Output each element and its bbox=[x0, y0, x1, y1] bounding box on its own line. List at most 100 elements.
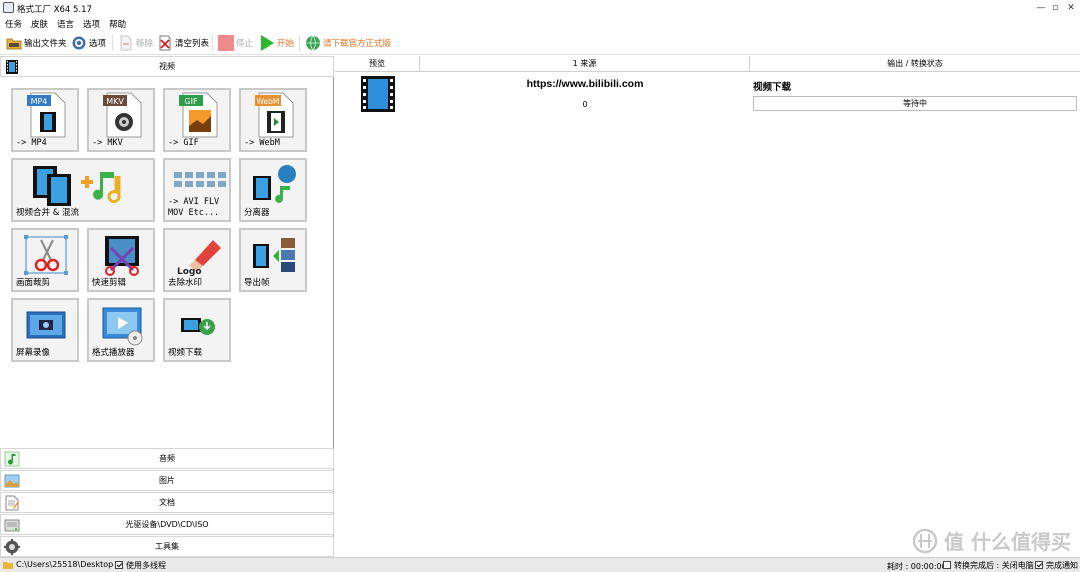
tile-video-merge[interactable]: 视频合并 & 混流 bbox=[11, 158, 155, 222]
notify-checkbox[interactable] bbox=[1035, 561, 1043, 569]
remove-label: 移除 bbox=[136, 39, 154, 49]
task-row[interactable]: https://www.bilibili.com 0 视频下载 等待中 bbox=[335, 74, 1080, 118]
task-status: 等待中 bbox=[753, 96, 1077, 111]
column-preview[interactable]: 预览 bbox=[335, 56, 420, 72]
tile-label: -> MKV bbox=[92, 138, 123, 148]
start-button[interactable]: 开始 bbox=[259, 34, 294, 52]
title-bar: 格式工厂 X64 5.17 — ▫ ✕ bbox=[0, 0, 1080, 16]
picture-icon bbox=[4, 474, 20, 488]
tile-label: -> WebM bbox=[244, 138, 280, 148]
category-document-label: 文档 bbox=[159, 498, 175, 507]
category-tools-label: 工具集 bbox=[155, 542, 179, 551]
mp4-file-icon: MP4 bbox=[27, 92, 66, 138]
task-output-type: 视频下载 bbox=[753, 82, 792, 93]
menu-options[interactable]: 选项 bbox=[78, 16, 104, 30]
splitter-icon bbox=[253, 165, 296, 203]
multithread-checkbox[interactable] bbox=[115, 561, 123, 569]
player-icon bbox=[102, 307, 143, 346]
tile-video-download[interactable]: 视频下载 bbox=[163, 298, 231, 362]
category-audio[interactable]: 音频 bbox=[0, 448, 334, 469]
tile-label: 分离器 bbox=[244, 208, 270, 218]
tile-export-frames[interactable]: 导出帧 bbox=[239, 228, 307, 292]
category-tools[interactable]: 工具集 bbox=[0, 536, 334, 557]
music-note-icon bbox=[4, 451, 20, 467]
tile-label: 画面裁剪 bbox=[16, 278, 51, 288]
options-label: 选项 bbox=[89, 39, 107, 49]
output-path[interactable]: C:\Users\25518\Desktop bbox=[16, 560, 113, 569]
toolbar-divider bbox=[112, 35, 113, 51]
tile-quick-clip[interactable]: 快速剪辑 bbox=[87, 228, 155, 292]
category-disc[interactable]: 光驱设备\DVD\CD\ISO bbox=[0, 514, 334, 535]
tile-to-webm[interactable]: WebM -> WebM bbox=[239, 88, 307, 152]
tile-label: -> GIF bbox=[168, 138, 199, 148]
category-video-label: 视频 bbox=[159, 62, 175, 71]
clear-list-button[interactable]: 清空列表 bbox=[157, 34, 209, 52]
category-audio-label: 音频 bbox=[159, 454, 175, 463]
status-bar: C:\Users\25518\Desktop 使用多线程 耗时 : 00:00:… bbox=[0, 557, 1080, 572]
stop-icon bbox=[218, 35, 234, 51]
tile-label: 导出帧 bbox=[244, 278, 270, 288]
webm-file-icon: WebM bbox=[255, 92, 294, 138]
document-icon bbox=[5, 495, 19, 511]
disc-drive-icon bbox=[4, 519, 20, 532]
minimize-button[interactable]: — bbox=[1034, 2, 1048, 14]
tile-crop[interactable]: 画面裁剪 bbox=[11, 228, 79, 292]
menu-skin[interactable]: 皮肤 bbox=[26, 16, 52, 30]
tile-label: 格式播放器 bbox=[92, 348, 135, 358]
video-download-icon bbox=[181, 318, 215, 335]
clear-list-label: 清空列表 bbox=[175, 39, 210, 49]
toolbar: 输出文件夹 选项 移除 清空列表 停止 开始 请下载官方正式版 bbox=[0, 31, 1080, 55]
after-done-option[interactable]: 转换完成后 : 关闭电脑 bbox=[943, 560, 1034, 571]
after-done-checkbox[interactable] bbox=[943, 561, 951, 569]
elapsed-time: 耗时 : 00:00:00 bbox=[887, 562, 947, 571]
column-source[interactable]: 1 来源 bbox=[420, 56, 750, 72]
tools-icon bbox=[4, 539, 20, 555]
column-output-status[interactable]: 输出 / 转换状态 bbox=[750, 56, 1080, 72]
tile-label: -> MP4 bbox=[16, 138, 47, 148]
film-preview-icon bbox=[361, 76, 395, 112]
options-button[interactable]: 选项 bbox=[71, 34, 106, 52]
merge-film-music-icon bbox=[33, 166, 121, 206]
window-title: 格式工厂 X64 5.17 bbox=[17, 5, 92, 15]
play-icon bbox=[261, 35, 274, 51]
multithread-option[interactable]: 使用多线程 bbox=[115, 560, 166, 571]
remove-button[interactable]: 移除 bbox=[118, 34, 153, 52]
close-button[interactable]: ✕ bbox=[1064, 2, 1078, 14]
task-list: 预览 1 来源 输出 / 转换状态 https://www.bilibili.c… bbox=[335, 56, 1080, 556]
menu-help[interactable]: 帮助 bbox=[104, 16, 130, 30]
menu-language[interactable]: 语言 bbox=[52, 16, 78, 30]
maximize-button[interactable]: ▫ bbox=[1048, 2, 1062, 14]
function-panel: 视频 MP4 -> MP4 MKV -> MKV GIF -> GIF WebM… bbox=[0, 56, 334, 557]
output-folder-label: 输出文件夹 bbox=[24, 39, 67, 49]
tile-splitter[interactable]: 分离器 bbox=[239, 158, 307, 222]
globe-icon bbox=[306, 35, 320, 51]
tile-format-player[interactable]: 格式播放器 bbox=[87, 298, 155, 362]
toolbar-divider bbox=[212, 35, 213, 51]
app-icon bbox=[3, 2, 14, 13]
tile-to-gif[interactable]: GIF -> GIF bbox=[163, 88, 231, 152]
tile-to-mp4[interactable]: MP4 -> MP4 bbox=[11, 88, 79, 152]
start-label: 开始 bbox=[277, 39, 295, 49]
mp4-badge: MP4 bbox=[31, 97, 48, 106]
folder-icon bbox=[6, 38, 22, 50]
tile-to-mkv[interactable]: MKV -> MKV bbox=[87, 88, 155, 152]
tile-label: 视频下载 bbox=[168, 348, 203, 358]
menu-task[interactable]: 任务 bbox=[0, 16, 26, 30]
category-video[interactable]: 视频 bbox=[0, 56, 334, 77]
category-disc-label: 光驱设备\DVD\CD\ISO bbox=[125, 520, 209, 529]
notify-label: 完成通知 bbox=[1046, 561, 1078, 570]
category-image[interactable]: 图片 bbox=[0, 470, 334, 491]
format-thumbnails-icon bbox=[174, 172, 226, 187]
download-official-link[interactable]: 请下载官方正式版 bbox=[305, 34, 391, 52]
folder-small-icon bbox=[3, 562, 13, 569]
tile-remove-watermark[interactable]: Logo 去除水印 bbox=[163, 228, 231, 292]
category-document[interactable]: 文档 bbox=[0, 492, 334, 513]
notify-option[interactable]: 完成通知 bbox=[1035, 560, 1078, 571]
tile-label: 快速剪辑 bbox=[92, 278, 127, 288]
output-folder-button[interactable]: 输出文件夹 bbox=[6, 34, 67, 52]
tile-to-avi-flv-mov[interactable]: -> AVI FLV MOV Etc... bbox=[163, 158, 231, 222]
webm-badge: WebM bbox=[257, 97, 280, 106]
gif-file-icon: GIF bbox=[179, 92, 218, 138]
stop-button[interactable]: 停止 bbox=[218, 34, 253, 52]
tile-screen-record[interactable]: 屏幕录像 bbox=[11, 298, 79, 362]
